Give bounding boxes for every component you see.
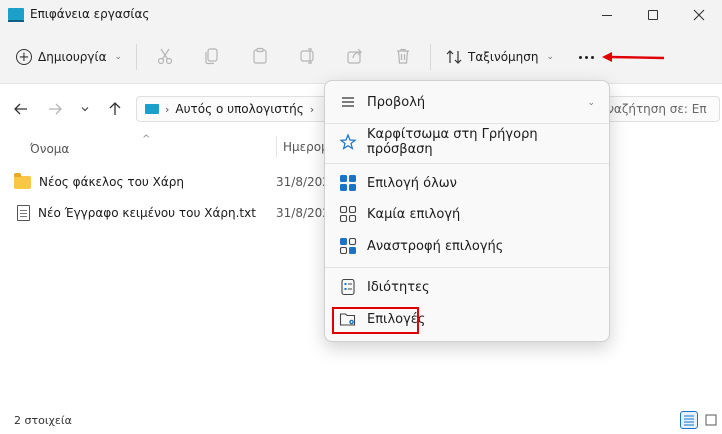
- rename-icon[interactable]: [299, 47, 317, 65]
- breadcrumb-item[interactable]: Αυτός ο υπολογιστής: [175, 102, 303, 116]
- toolbar-divider: [136, 44, 137, 70]
- tiles-view-button[interactable]: [702, 411, 720, 429]
- menu-item-label: Προβολή: [367, 94, 426, 110]
- text-document-icon: [17, 205, 30, 221]
- tiles-view-icon: [705, 414, 717, 426]
- folder-icon: [14, 172, 31, 189]
- chevron-down-icon: ⌄: [114, 52, 123, 62]
- minimize-icon: [602, 14, 612, 16]
- plus-circle-icon: +: [16, 49, 32, 65]
- menu-divider: [325, 123, 609, 124]
- delete-icon[interactable]: [394, 47, 412, 65]
- new-button-label: Δημιουργία: [38, 50, 107, 64]
- breadcrumb-chevron-icon: ›: [165, 102, 170, 116]
- menu-item-invert-selection[interactable]: Αναστροφή επιλογής: [331, 231, 605, 261]
- breadcrumb-chevron-icon: ›: [309, 102, 315, 116]
- menu-item-properties[interactable]: Ιδιότητες: [331, 272, 605, 302]
- star-icon: [339, 133, 357, 150]
- sort-button-label: Ταξινόμηση: [468, 50, 539, 64]
- menu-divider: [325, 163, 609, 164]
- back-button[interactable]: [12, 100, 30, 118]
- chevron-down-icon: ⌄: [587, 98, 595, 108]
- status-item-count: 2 στοιχεία: [14, 414, 72, 427]
- details-view-icon: [684, 415, 694, 426]
- menu-item-label: Αναστροφή επιλογής: [367, 238, 504, 254]
- close-button[interactable]: [676, 0, 722, 30]
- this-pc-icon: [145, 104, 159, 114]
- select-none-icon: [339, 205, 357, 223]
- file-row[interactable]: Νέο Έγγραφο κειμένου του Χάρη.txt 31/8/2…: [14, 199, 344, 227]
- file-name: Νέος φάκελος του Χάρη: [39, 175, 185, 189]
- more-dots-icon: [578, 55, 582, 59]
- menu-item-label: Καρφίτσωμα στη Γρήγορη πρόσβαση: [367, 127, 538, 157]
- see-more-menu: Προβολή ⌄ Καρφίτσωμα στη Γρήγορη πρόσβασ…: [324, 80, 610, 342]
- search-input[interactable]: Αναζήτηση σε: Επ: [604, 96, 720, 122]
- address-box[interactable]: › Αυτός ο υπολογιστής ›: [136, 96, 336, 122]
- menu-item-view[interactable]: Προβολή ⌄: [331, 87, 605, 117]
- up-button[interactable]: [106, 100, 124, 118]
- toolbar-divider: [430, 44, 431, 70]
- cut-icon[interactable]: [156, 47, 174, 65]
- window-title: Επιφάνεια εργασίας: [30, 7, 150, 21]
- maximize-icon: [648, 10, 658, 20]
- desktop-icon: [8, 8, 24, 22]
- see-more-button[interactable]: [574, 46, 598, 68]
- file-name: Νέο Έγγραφο κειμένου του Χάρη.txt: [38, 206, 256, 220]
- menu-item-label: Καμία επιλογή: [367, 206, 461, 222]
- file-date: 31/8/202: [276, 206, 330, 220]
- arrow-right-icon: [49, 103, 62, 115]
- close-icon: [693, 9, 705, 21]
- annotation-arrow: [602, 52, 665, 62]
- arrow-up-icon: [109, 102, 121, 115]
- annotation-highlight-box: [332, 307, 419, 334]
- menu-item-select-none[interactable]: Καμία επιλογή: [331, 199, 605, 229]
- select-all-icon: [340, 175, 356, 191]
- file-row[interactable]: Νέος φάκελος του Χάρη 31/8/202: [14, 168, 344, 196]
- minimize-button[interactable]: [584, 0, 630, 30]
- new-button[interactable]: + Δημιουργία ⌄: [16, 46, 122, 68]
- arrow-left-icon: [14, 103, 27, 115]
- maximize-button[interactable]: [630, 0, 676, 30]
- invert-selection-icon: [339, 237, 357, 255]
- column-header-date[interactable]: Ημερομ: [276, 136, 329, 158]
- properties-icon: [341, 278, 355, 296]
- paste-icon[interactable]: [251, 47, 269, 65]
- forward-button[interactable]: [46, 100, 64, 118]
- column-header-name[interactable]: Όνομα: [30, 136, 69, 162]
- menu-item-label: Ιδιότητες: [367, 279, 430, 295]
- search-placeholder: Αναζήτηση σε: Επ: [604, 102, 707, 116]
- chevron-down-icon: ⌄: [546, 52, 555, 62]
- sort-button[interactable]: Ταξινόμηση ⌄: [446, 46, 554, 68]
- sort-arrows-icon: [446, 50, 462, 64]
- details-view-button[interactable]: [680, 411, 698, 429]
- recent-locations-button[interactable]: [76, 100, 94, 118]
- view-icon: [342, 97, 354, 107]
- share-icon[interactable]: [346, 47, 364, 65]
- file-date: 31/8/202: [276, 175, 330, 189]
- menu-item-label: Επιλογή όλων: [367, 175, 457, 191]
- menu-divider: [325, 267, 609, 268]
- sort-ascending-icon: ^: [142, 134, 151, 145]
- copy-icon[interactable]: [203, 47, 221, 65]
- title-bar: Επιφάνεια εργασίας: [0, 0, 722, 30]
- menu-item-pin-quick-access[interactable]: Καρφίτσωμα στη Γρήγορη πρόσβαση: [331, 127, 605, 157]
- menu-item-select-all[interactable]: Επιλογή όλων: [331, 168, 605, 198]
- chevron-down-icon: [81, 107, 89, 112]
